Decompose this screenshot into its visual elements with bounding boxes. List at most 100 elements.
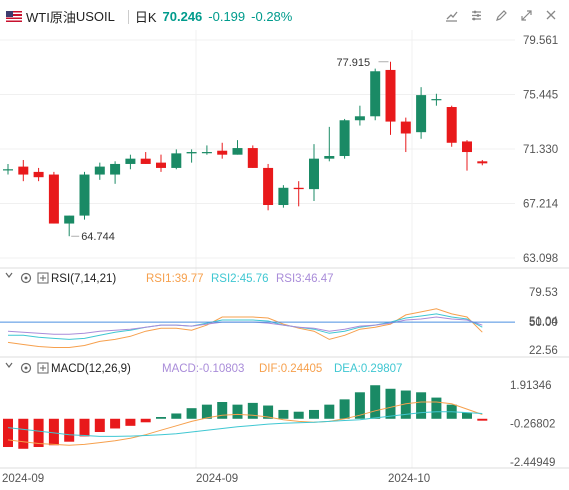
rsi-line xyxy=(7,308,483,348)
draw-tool-icon[interactable] xyxy=(491,6,511,24)
macd-bar xyxy=(339,399,350,419)
macd-tick-label: 1.91346 xyxy=(510,380,552,392)
macd-label: MACD(12,26,9) xyxy=(51,363,131,375)
time-tick-label: 2024-10 xyxy=(388,473,430,485)
rsi-header: RSI(7,14,21) RSI1:39.77 RSI2:45.76 RSI3:… xyxy=(5,272,334,285)
candle-body xyxy=(309,158,319,190)
header-divider xyxy=(127,9,129,24)
price-axis: 79.561 75.445 71.330 67.214 63.098 xyxy=(523,35,559,265)
candle-body xyxy=(201,152,212,154)
candle-body xyxy=(477,161,488,164)
candle-body xyxy=(79,174,90,216)
candle-body xyxy=(3,169,13,171)
candle-body xyxy=(94,166,105,175)
macd-bar xyxy=(171,413,182,419)
candle-body xyxy=(354,116,365,121)
high-annotation: 77.915 xyxy=(337,57,371,69)
indicator-expand-icon[interactable] xyxy=(37,272,49,284)
macd-tick-label: -2.44949 xyxy=(510,457,555,469)
price-change: -0.199 xyxy=(208,9,246,24)
time-axis: 2024-09 2024-09 2024-10 xyxy=(2,473,430,485)
price-tick-label: 63.098 xyxy=(523,253,558,265)
candle-body xyxy=(431,99,442,101)
rsi1-value: RSI1:39.77 xyxy=(146,273,204,285)
macd-bar xyxy=(293,411,304,419)
symbol-code: USOIL xyxy=(75,9,115,24)
rsi-line xyxy=(8,313,483,340)
candle-body xyxy=(18,166,29,175)
macd-tick-label: -0.26802 xyxy=(510,419,555,431)
rsi-tick-label: 22.56 xyxy=(529,345,558,357)
candle-body xyxy=(416,95,427,133)
macd-bar xyxy=(64,418,75,442)
macd-lines xyxy=(7,401,483,446)
macd-bar xyxy=(385,388,396,419)
candle-body xyxy=(64,215,75,224)
candle-body xyxy=(293,187,304,190)
candle-body xyxy=(385,69,396,122)
candle-body xyxy=(324,156,335,159)
macd-bar xyxy=(309,409,319,419)
candle-body xyxy=(33,171,44,178)
candle-body xyxy=(125,158,136,164)
price-tick-label: 71.330 xyxy=(523,144,558,156)
chart-settings-icon[interactable] xyxy=(441,6,461,24)
chart-header: WTI原油 USOIL 日K 70.246 -0.199 -0.28% xyxy=(0,0,569,30)
candle-body xyxy=(110,163,121,175)
macd-axis: 1.91346 -0.26802 -2.44949 xyxy=(510,380,555,469)
period-selector[interactable]: 日K xyxy=(135,7,157,26)
price-tick-label: 67.214 xyxy=(523,198,559,210)
candle-body xyxy=(400,121,411,134)
us-flag-icon xyxy=(6,11,22,22)
macd-bar xyxy=(477,418,488,421)
collapse-icon[interactable] xyxy=(5,362,13,368)
price-tick-label: 79.561 xyxy=(523,35,558,47)
macd-bar xyxy=(324,404,335,419)
rsi-tick-label: 79.53 xyxy=(529,287,558,299)
candle-body xyxy=(186,152,197,154)
collapse-icon[interactable] xyxy=(5,272,13,278)
close-icon[interactable] xyxy=(541,6,561,24)
rsi-label: RSI(7,14,21) xyxy=(51,273,116,285)
macd-value: MACD:-0.10803 xyxy=(162,363,244,375)
macd-bar xyxy=(232,404,243,419)
candle-body xyxy=(140,158,151,164)
instrument-name[interactable]: WTI原油 xyxy=(26,7,76,26)
macd-bar xyxy=(431,397,442,419)
dea-value: DEA:0.29807 xyxy=(334,363,402,375)
price-change-pct: -0.28% xyxy=(251,9,293,24)
dif-line xyxy=(7,401,483,446)
rsi2-value: RSI2:45.76 xyxy=(211,273,269,285)
candle-body xyxy=(339,120,350,157)
macd-bar xyxy=(18,418,29,449)
settings-gear-icon[interactable] xyxy=(20,362,32,374)
candle-body xyxy=(171,153,182,168)
macd-bar xyxy=(247,402,258,419)
dif-value: DIF:0.24405 xyxy=(259,363,322,375)
candle-body xyxy=(370,71,381,117)
candle-body xyxy=(462,141,472,153)
dea-line xyxy=(7,411,483,437)
macd-bar xyxy=(186,408,197,419)
indicator-adjust-icon[interactable] xyxy=(466,6,486,24)
last-price: 70.246 xyxy=(162,9,203,24)
chart-canvas[interactable]: 79.561 75.445 71.330 67.214 63.098 77.915 64… xyxy=(0,30,569,490)
candle-body xyxy=(48,174,59,224)
macd-bar xyxy=(278,409,289,419)
macd-bar xyxy=(370,385,381,419)
macd-bar xyxy=(3,418,13,448)
rsi-axis: 79.5351.0450.0022.56 xyxy=(529,287,558,357)
macd-bar xyxy=(79,418,90,437)
low-annotation: 64.744 xyxy=(81,231,115,243)
settings-gear-icon[interactable] xyxy=(20,272,32,284)
candle-body xyxy=(156,162,166,168)
indicator-expand-icon[interactable] xyxy=(37,362,49,374)
macd-histogram xyxy=(3,385,488,449)
fullscreen-icon[interactable] xyxy=(516,6,536,24)
rsi-series xyxy=(7,308,483,348)
macd-bar xyxy=(140,418,151,423)
macd-bar xyxy=(94,418,105,433)
candle-body xyxy=(446,107,457,143)
candle-body xyxy=(278,187,289,206)
rsi3-value: RSI3:46.47 xyxy=(276,273,334,285)
